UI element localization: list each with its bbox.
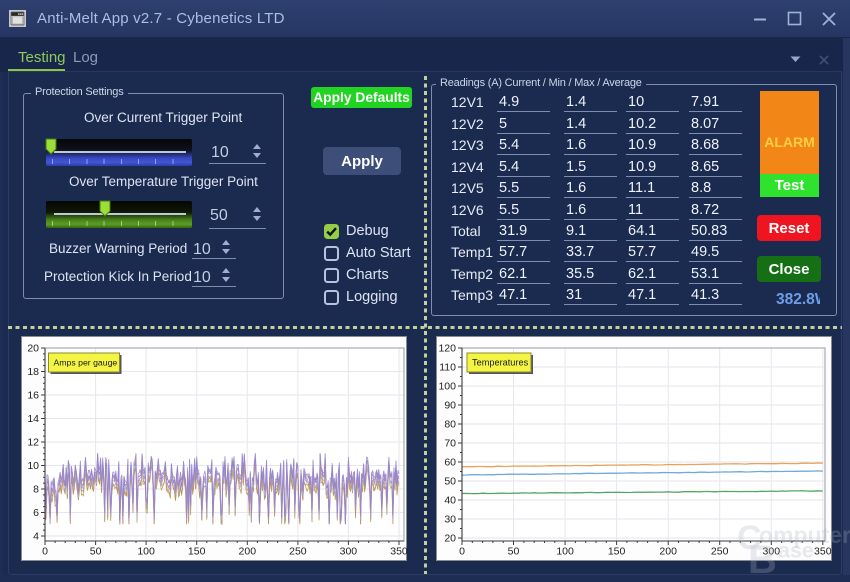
svg-text:0: 0 — [459, 546, 465, 558]
svg-text:300: 300 — [340, 546, 358, 558]
svg-text:250: 250 — [289, 546, 307, 558]
svg-text:50: 50 — [90, 546, 102, 558]
svg-text:ase: ase — [778, 539, 814, 563]
svg-text:18: 18 — [27, 366, 39, 378]
svg-text:350: 350 — [390, 546, 408, 558]
svg-text:90: 90 — [444, 400, 456, 412]
svg-text:Amps per gauge: Amps per gauge — [54, 358, 118, 368]
svg-text:200: 200 — [239, 546, 257, 558]
svg-text:6: 6 — [33, 507, 39, 519]
svg-text:250: 250 — [711, 546, 729, 558]
svg-text:150: 150 — [608, 546, 626, 558]
svg-text:80: 80 — [444, 419, 456, 431]
svg-text:150: 150 — [188, 546, 206, 558]
svg-text:70: 70 — [444, 438, 456, 450]
svg-text:200: 200 — [659, 546, 677, 558]
svg-text:120: 120 — [438, 343, 456, 355]
svg-text:100: 100 — [556, 546, 574, 558]
svg-text:14: 14 — [27, 413, 39, 425]
svg-text:12: 12 — [27, 437, 39, 449]
svg-text:Temperatures: Temperatures — [472, 358, 529, 368]
svg-text:10: 10 — [27, 460, 39, 472]
svg-text:110: 110 — [439, 362, 456, 374]
svg-text:0: 0 — [42, 546, 48, 558]
svg-text:20: 20 — [444, 533, 456, 545]
svg-text:4: 4 — [33, 531, 39, 543]
svg-text:8: 8 — [33, 484, 39, 496]
svg-text:16: 16 — [27, 390, 39, 402]
svg-text:100: 100 — [438, 381, 456, 393]
svg-text:100: 100 — [137, 546, 155, 558]
svg-text:B: B — [748, 538, 777, 582]
svg-text:50: 50 — [444, 476, 456, 488]
svg-text:60: 60 — [444, 457, 456, 469]
svg-text:50: 50 — [508, 546, 520, 558]
svg-text:30: 30 — [444, 514, 456, 526]
svg-text:20: 20 — [27, 343, 39, 355]
svg-text:40: 40 — [444, 495, 456, 507]
